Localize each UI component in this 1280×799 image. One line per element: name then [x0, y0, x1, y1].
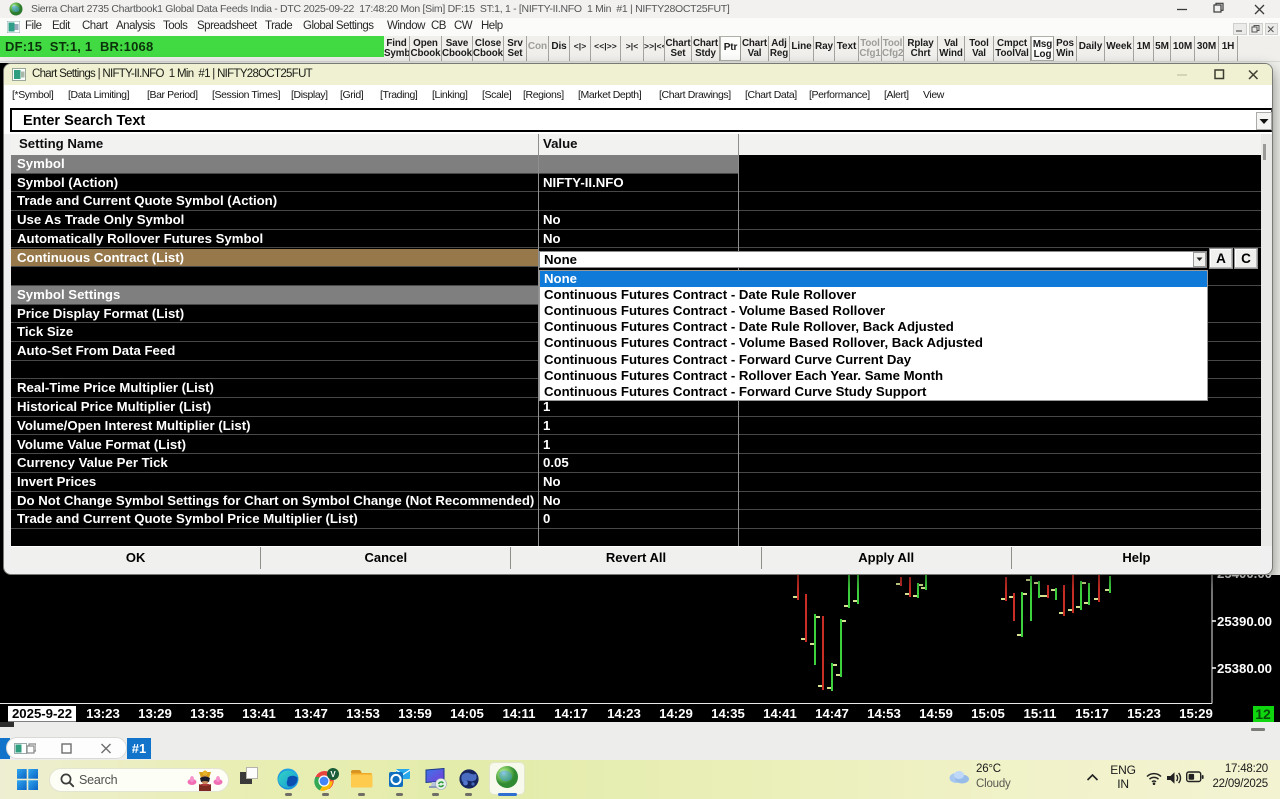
svg-text:13:41: 13:41 — [242, 706, 276, 721]
svg-text:15:17: 15:17 — [1075, 706, 1109, 721]
svg-text:15:11: 15:11 — [1023, 706, 1056, 721]
svg-text:13:59: 13:59 — [398, 706, 432, 721]
svg-text:13:53: 13:53 — [346, 706, 380, 721]
svg-text:14:47: 14:47 — [815, 706, 849, 721]
svg-text:14:29: 14:29 — [659, 706, 693, 721]
svg-text:12: 12 — [1255, 706, 1271, 722]
svg-text:25380.00: 25380.00 — [1217, 661, 1272, 676]
svg-text:15:23: 15:23 — [1127, 706, 1161, 721]
svg-text:V: V — [330, 770, 336, 779]
svg-text:13:35: 13:35 — [190, 706, 224, 721]
svg-text:14:41: 14:41 — [763, 706, 797, 721]
svg-text:14:05: 14:05 — [450, 706, 484, 721]
svg-text:14:23: 14:23 — [607, 706, 641, 721]
svg-text:15:29: 15:29 — [1179, 706, 1213, 721]
svg-text:14:59: 14:59 — [919, 706, 953, 721]
svg-text:14:35: 14:35 — [711, 706, 745, 721]
svg-text:13:29: 13:29 — [138, 706, 172, 721]
svg-text:14:17: 14:17 — [554, 706, 588, 721]
svg-text:13:47: 13:47 — [294, 706, 328, 721]
svg-text:14:53: 14:53 — [867, 706, 901, 721]
svg-text:15:05: 15:05 — [971, 706, 1005, 721]
svg-text:25390.00: 25390.00 — [1217, 614, 1272, 629]
svg-text:13:23: 13:23 — [86, 706, 120, 721]
svg-text:2025-9-22: 2025-9-22 — [12, 706, 72, 721]
svg-text:14:11: 14:11 — [502, 706, 535, 721]
